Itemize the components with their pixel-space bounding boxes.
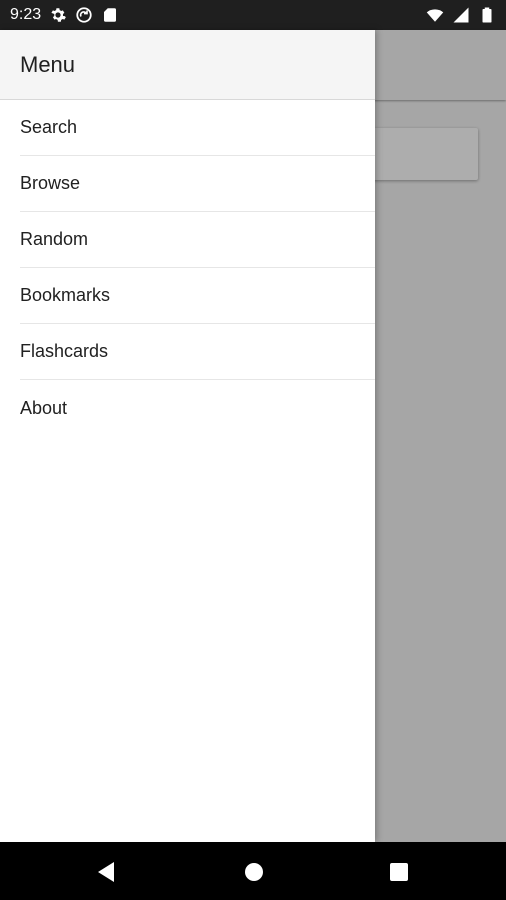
menu-item-bookmarks[interactable]: Bookmarks [20, 268, 375, 324]
menu-list: Search Browse Random Bookmarks Flashcard… [0, 100, 375, 436]
sync-circle-icon [75, 6, 93, 24]
status-left-group: 9:23 [10, 6, 119, 24]
gear-icon [49, 6, 67, 24]
back-icon[interactable] [95, 861, 117, 883]
navigation-drawer: Menu Search Browse Random Bookmarks Flas… [0, 30, 375, 842]
home-icon[interactable] [243, 861, 265, 883]
system-nav-bar [0, 842, 506, 900]
menu-item-browse[interactable]: Browse [20, 156, 375, 212]
menu-item-random[interactable]: Random [20, 212, 375, 268]
status-time: 9:23 [10, 6, 42, 23]
status-bar: 9:23 [0, 0, 506, 30]
sd-card-icon [101, 6, 119, 24]
drawer-title: Menu [20, 51, 76, 77]
menu-item-about[interactable]: About [20, 380, 375, 436]
recents-icon[interactable] [388, 861, 410, 883]
drawer-header: Menu [0, 30, 375, 100]
status-right-group [426, 6, 496, 24]
signal-icon [452, 6, 470, 24]
wifi-icon [426, 6, 444, 24]
menu-item-flashcards[interactable]: Flashcards [20, 324, 375, 380]
battery-icon [478, 6, 496, 24]
menu-item-search[interactable]: Search [20, 100, 375, 156]
